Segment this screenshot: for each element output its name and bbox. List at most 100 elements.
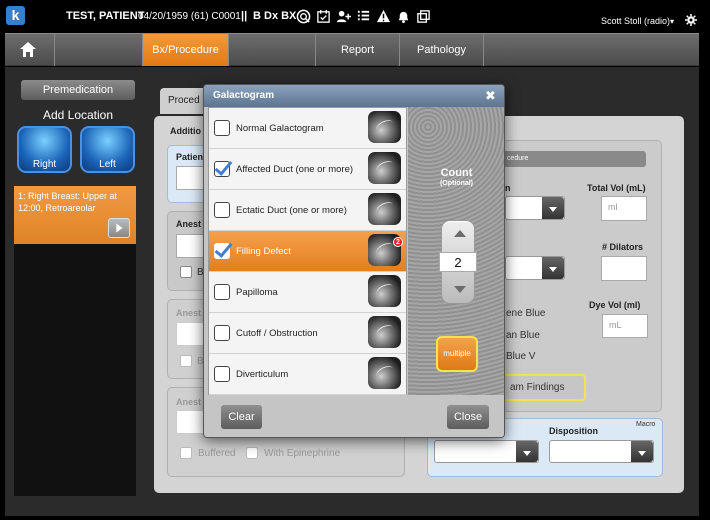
list-item-normal[interactable]: Normal Galactogram bbox=[209, 108, 406, 149]
list-icon[interactable] bbox=[356, 9, 371, 24]
buffered-checkbox-3[interactable] bbox=[180, 447, 192, 459]
warning-icon[interactable] bbox=[376, 9, 391, 24]
tab-pathology[interactable]: Pathology bbox=[399, 34, 483, 66]
tab-report[interactable]: Report bbox=[315, 34, 399, 66]
list-item-label: Affected Duct (one or more) bbox=[236, 164, 354, 175]
second-dropdown[interactable] bbox=[505, 256, 565, 280]
field-n-label: n bbox=[505, 183, 511, 193]
dye-option-1[interactable]: ene Blue bbox=[506, 308, 545, 319]
dilators-input[interactable] bbox=[601, 256, 647, 281]
toolbar-icons bbox=[296, 6, 431, 26]
modal-title: Galactogram bbox=[213, 90, 275, 101]
patient-dob: 04/20/1959 (61) C0001 bbox=[138, 11, 241, 22]
list-item-label: Filling Defect bbox=[236, 246, 291, 257]
clear-button[interactable]: Clear bbox=[221, 405, 262, 429]
list-item-diverticulum[interactable]: Diverticulum bbox=[209, 354, 406, 395]
image-thumbnail-icon bbox=[368, 193, 401, 225]
main-nav: Bx/Procedure Report Pathology bbox=[5, 33, 699, 66]
top-bar: k TEST, PATIENT 04/20/1959 (61) C0001 ||… bbox=[0, 0, 710, 33]
add-location-label: Add Location bbox=[42, 108, 114, 122]
chevron-down-icon bbox=[542, 257, 564, 279]
home-icon[interactable] bbox=[19, 41, 37, 58]
anesthetic-label-3: Anest bbox=[176, 397, 202, 407]
anesthetic-field-1[interactable] bbox=[176, 234, 206, 258]
checkbox[interactable] bbox=[214, 325, 230, 341]
procedure-section-pill: cedure bbox=[499, 151, 646, 167]
multiple-button[interactable]: multiple bbox=[436, 336, 478, 372]
checkbox[interactable] bbox=[214, 120, 230, 136]
field-n-dropdown[interactable] bbox=[505, 196, 565, 220]
calendar-check-icon[interactable] bbox=[316, 9, 331, 24]
epinephrine-label: With Epinephrine bbox=[264, 448, 341, 459]
copy-icon[interactable] bbox=[416, 9, 431, 24]
nav-spacer-1 bbox=[54, 34, 142, 66]
findings-list: Normal Galactogram Affected Duct (one or… bbox=[208, 107, 407, 395]
dye-option-2[interactable]: an Blue bbox=[506, 330, 540, 341]
count-panel: Count (Optional) 2 multiple bbox=[408, 107, 504, 395]
list-item-label: Normal Galactogram bbox=[236, 123, 324, 134]
checkbox[interactable] bbox=[214, 366, 230, 382]
checkbox-checked[interactable] bbox=[214, 243, 230, 259]
list-item-cutoff[interactable]: Cutoff / Obstruction bbox=[209, 313, 406, 354]
macro-link[interactable]: Macro bbox=[636, 421, 655, 428]
chevron-down-icon bbox=[516, 441, 538, 462]
chevron-down-icon bbox=[631, 441, 653, 462]
patient-field[interactable] bbox=[176, 166, 206, 190]
chevron-up-icon[interactable] bbox=[454, 230, 466, 237]
list-item-affected-duct[interactable]: Affected Duct (one or more) bbox=[209, 149, 406, 190]
app-logo[interactable]: k bbox=[6, 6, 25, 25]
dye-vol-placeholder: mL bbox=[609, 320, 622, 330]
user-menu[interactable]: Scott Stoll (radio) bbox=[601, 16, 670, 26]
list-item-ectatic-duct[interactable]: Ectatic Duct (one or more) bbox=[209, 190, 406, 231]
image-thumbnail-icon bbox=[368, 357, 401, 389]
anesthetic-field-2[interactable] bbox=[176, 322, 206, 346]
count-badge: 2 bbox=[393, 237, 403, 247]
header-separator: || bbox=[241, 10, 248, 22]
epinephrine-checkbox[interactable] bbox=[246, 447, 258, 459]
buffered-checkbox-2[interactable] bbox=[180, 355, 192, 367]
tab-bx-procedure[interactable]: Bx/Procedure bbox=[142, 34, 228, 66]
play-icon[interactable] bbox=[108, 218, 130, 238]
right-breast-button[interactable]: Right bbox=[17, 126, 72, 173]
list-item-label: Cutoff / Obstruction bbox=[236, 328, 318, 339]
disposition-dropdown[interactable] bbox=[549, 440, 654, 463]
checkbox-checked[interactable] bbox=[214, 161, 230, 177]
total-vol-label: Total Vol (mL) bbox=[587, 183, 646, 193]
anesthetic-field-3[interactable] bbox=[176, 410, 206, 434]
checkbox[interactable] bbox=[214, 202, 230, 218]
chevron-down-icon[interactable] bbox=[454, 286, 466, 293]
close-icon[interactable]: ✖ bbox=[485, 88, 497, 103]
total-vol-placeholder: ml bbox=[608, 202, 618, 212]
disposition-label: Disposition bbox=[549, 426, 598, 436]
checkbox[interactable] bbox=[214, 284, 230, 300]
image-thumbnail-icon bbox=[368, 316, 401, 348]
modal-footer: Clear Close bbox=[204, 395, 504, 437]
disposition-left-dropdown[interactable] bbox=[434, 440, 539, 463]
dilators-label: # Dilators bbox=[602, 242, 644, 252]
globe-q-icon[interactable] bbox=[296, 9, 311, 24]
add-user-icon[interactable] bbox=[336, 9, 351, 24]
buffered-checkbox-1[interactable] bbox=[180, 266, 192, 278]
count-input[interactable]: 2 bbox=[439, 252, 477, 272]
modal-header: Galactogram bbox=[204, 85, 504, 107]
premedication-button[interactable]: Premedication bbox=[21, 80, 135, 100]
image-thumbnail-icon bbox=[368, 275, 401, 307]
anesthetic-label-1: Anest bbox=[176, 219, 202, 229]
patient-label: Patien bbox=[176, 152, 204, 162]
dye-vol-input[interactable]: mL bbox=[602, 314, 648, 338]
list-item-filling-defect[interactable]: Filling Defect 2 bbox=[209, 231, 406, 272]
image-thumbnail-icon bbox=[368, 111, 401, 143]
tab-empty[interactable] bbox=[228, 34, 315, 66]
dye-option-3[interactable]: Blue V bbox=[506, 351, 535, 362]
left-breast-button[interactable]: Left bbox=[80, 126, 135, 173]
gear-icon[interactable] bbox=[685, 14, 697, 26]
chevron-down-icon[interactable]: ▾ bbox=[670, 17, 674, 26]
buffered-label-3: Buffered bbox=[198, 448, 236, 459]
close-button[interactable]: Close bbox=[447, 405, 489, 429]
location-item-label: 1: Right Breast: Upper at 12:00, Retroar… bbox=[18, 191, 118, 213]
patient-name: TEST, PATIENT bbox=[66, 10, 145, 22]
list-item-papilloma[interactable]: Papilloma bbox=[209, 272, 406, 313]
total-vol-input[interactable]: ml bbox=[601, 196, 647, 221]
bell-icon[interactable] bbox=[396, 9, 411, 24]
chevron-down-icon bbox=[542, 197, 564, 219]
